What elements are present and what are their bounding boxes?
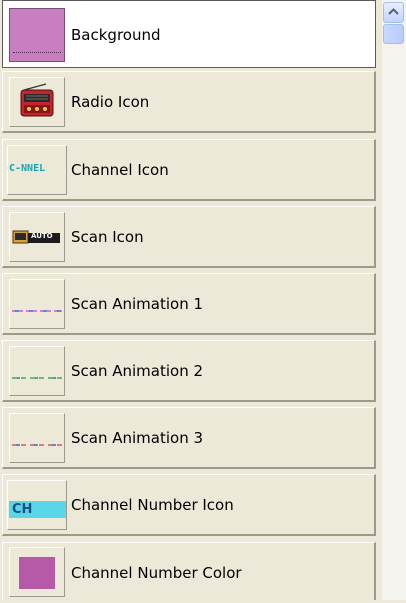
list-item-channel-number-icon[interactable]: CH Channel Number Icon — [2, 474, 376, 536]
scroll-up-button[interactable] — [383, 2, 404, 23]
list-item-scan-animation-1[interactable]: Scan Animation 1 — [2, 273, 376, 335]
layer-list: Background Radio Icon C-NNEL Channel Ico… — [0, 0, 380, 600]
item-label: Scan Animation 2 — [71, 362, 204, 380]
background-swatch-icon — [9, 8, 65, 62]
scroll-thumb[interactable] — [383, 24, 404, 44]
item-label: Channel Number Icon — [71, 496, 234, 514]
list-item-scan-animation-2[interactable]: Scan Animation 2 — [2, 340, 376, 402]
scan-icon: AUTO — [9, 212, 65, 262]
list-item-scan-icon[interactable]: AUTO Scan Icon — [2, 206, 376, 268]
list-item-channel-icon[interactable]: C-NNEL Channel Icon — [2, 139, 376, 201]
item-label: Background — [71, 26, 161, 44]
list-item-radio-icon[interactable]: Radio Icon — [2, 71, 376, 133]
scan-animation-1-icon — [9, 279, 65, 329]
chevron-up-icon — [388, 8, 399, 15]
item-label: Scan Animation 3 — [71, 429, 204, 447]
list-item-scan-animation-3[interactable]: Scan Animation 3 — [2, 407, 376, 469]
item-label: Scan Icon — [71, 228, 144, 246]
item-label: Channel Icon — [71, 161, 169, 179]
vertical-scrollbar[interactable] — [382, 0, 406, 600]
item-label: Scan Animation 1 — [71, 295, 204, 313]
list-item-background[interactable]: Background — [2, 0, 376, 68]
scan-animation-2-icon — [9, 346, 65, 396]
item-label: Radio Icon — [71, 93, 150, 111]
radio-icon — [9, 77, 65, 127]
item-label: Channel Number Color — [71, 564, 242, 582]
channel-icon: C-NNEL — [7, 145, 67, 195]
channel-number-icon: CH — [7, 480, 67, 530]
channel-number-color-swatch-icon — [9, 547, 65, 597]
scan-animation-3-icon — [9, 413, 65, 463]
list-item-channel-number-color[interactable]: Channel Number Color — [2, 542, 376, 600]
